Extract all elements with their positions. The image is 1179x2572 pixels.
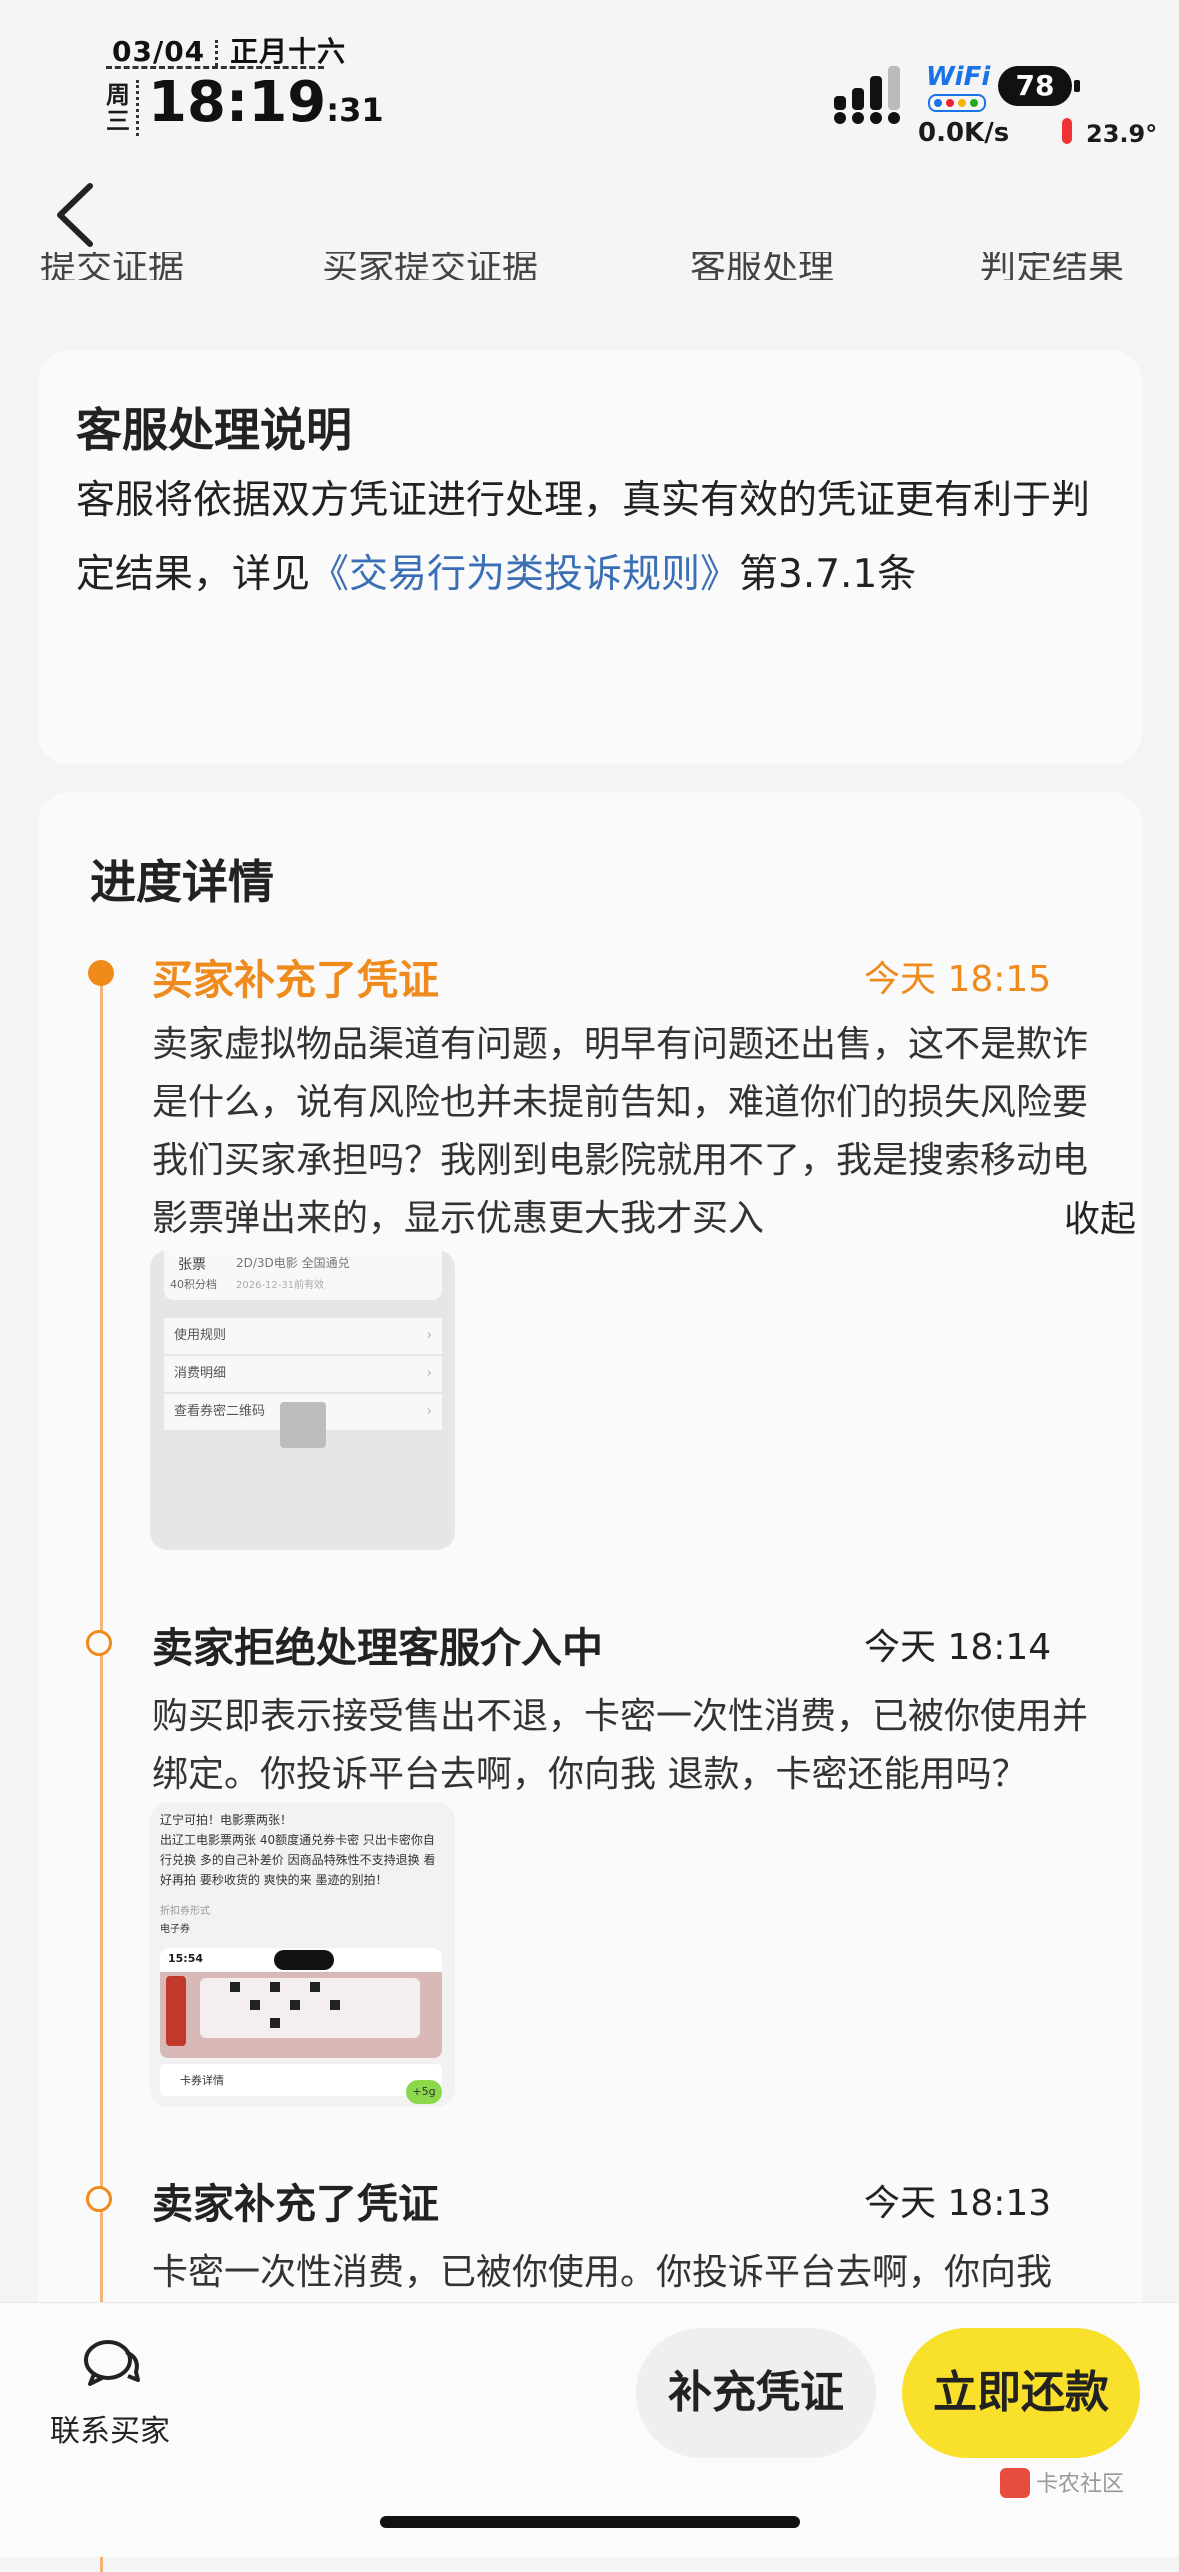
date: 03/04 [112,35,206,68]
event-text: 卡密一次性消费，已被你使用。你投诉平台去啊，你向我 [152,2252,1053,2293]
thumb-row: 使用规则 › [164,1318,442,1354]
progress-title: 进度详情 [90,855,274,909]
chat-icon[interactable] [82,2338,142,2388]
date-row: 03/04 正月十六 [112,30,346,70]
thermometer-icon [1062,118,1072,144]
wifi-label: WiFi [926,62,991,92]
repay-now-button[interactable]: 立即还款 [902,2328,1140,2458]
step-tab: 买家提交证据 [322,252,539,280]
service-explanation-card: 客服处理说明 客服将依据双方凭证进行处理，真实有效的凭证更有利于判定结果，详见《… [38,350,1142,765]
timeline-dot [86,2186,112,2212]
event-time: 今天 18:15 [864,959,1052,1000]
evidence-image[interactable]: 辽宁可拍！电影票两张！ 出辽工电影票两张 40额度通兑券卡密 只出卡密你自 行兑… [150,1802,455,2107]
timeline-dot [88,960,114,986]
timeline-dot [86,1630,112,1656]
rules-link[interactable]: 《交易行为类投诉规则》 [310,552,739,597]
service-card-text: 客服将依据双方凭证进行处理，真实有效的凭证更有利于判定结果，详见《交易行为类投诉… [76,478,1091,597]
event-time: 今天 18:13 [864,2183,1052,2224]
home-indicator[interactable] [380,2516,800,2528]
listing-sub: 折扣券形式 [160,1906,210,1917]
lunar-date: 正月十六 [230,35,347,68]
status-bar: 03/04 正月十六 周三 18:19:31 WiFi 78 0.0K/s 23.… [0,0,1179,160]
listing-sub: 电子券 [160,1924,190,1935]
add-evidence-button[interactable]: 补充凭证 [636,2328,876,2458]
chevron-left-icon[interactable] [48,180,108,250]
ticket-points: 40积分档 [170,1278,217,1291]
phone-screenshot: 15:54 [160,1948,442,2058]
watermark: 卡农社区 [1036,2472,1125,2497]
weekday: 周三 [106,81,130,135]
step-tab: 客服处理 [690,252,835,280]
evidence-image[interactable]: 张票 40积分档 2D/3D电影 全国通兑 2026-12-31前有效 使用规则… [150,1250,455,1550]
loading-icon [280,1402,326,1448]
service-card-title: 客服处理说明 [76,403,352,457]
event-title: 卖家拒绝处理客服介入中 [152,1624,603,1672]
ticket-expiry: 2026-12-31前有效 [236,1280,325,1291]
thumb-row: 消费明细 › [164,1356,442,1392]
contact-buyer-label[interactable]: 联系买家 [50,2406,170,2450]
watermark-logo-icon [1000,2468,1030,2498]
event-time: 今天 18:14 [864,1627,1052,1668]
wifi-icon [928,94,986,112]
ticket-type: 2D/3D电影 全国通兑 [236,1256,350,1270]
step-tabs: 提交证据 买家提交证据 客服处理 判定结果 [0,252,1179,280]
ticket-count: 张票 [178,1257,206,1273]
event-text: 购买即表示接受售出不退，卡密一次性消费，已被你使用并绑定。你投诉平台去啊，你向我… [152,1696,1089,1795]
points-badge: +5g [406,2080,442,2104]
event-text: 卖家虚拟物品渠道有问题，明早有问题还出售，这不是欺诈是什么，说有风险也并未提前告… [152,1024,1089,1239]
listing-text: 辽宁可拍！电影票两张！ 出辽工电影票两张 40额度通兑券卡密 只出卡密你自 行兑… [160,1813,436,1887]
event-title: 买家补充了凭证 [152,956,439,1004]
net-speed: 0.0K/s [918,118,1010,148]
battery-icon: 78 [998,66,1072,106]
event-title: 卖家补充了凭证 [152,2180,439,2228]
temperature: 23.9° [1086,120,1158,148]
step-tab: 提交证据 [40,252,185,280]
card-detail-label: 卡券详情 [180,2074,224,2087]
step-tab: 判定结果 [980,252,1125,280]
clock: 18:19:31 [148,70,384,135]
collapse-button[interactable]: 收起 [1064,1190,1136,1242]
